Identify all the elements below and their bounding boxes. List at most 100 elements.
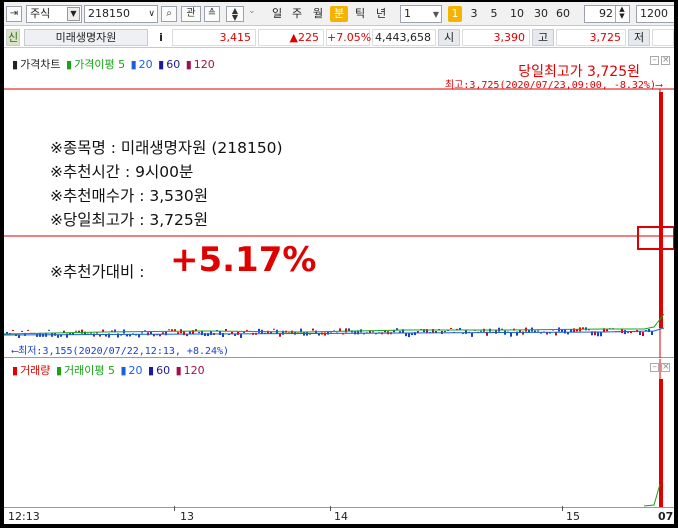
candle [279, 333, 281, 337]
candle [627, 332, 629, 334]
candle [642, 332, 644, 337]
candle [81, 329, 83, 334]
time-tick: 15 [566, 510, 580, 523]
candle [597, 332, 599, 337]
candle [345, 328, 347, 333]
time-tick: 12:13 [8, 510, 40, 523]
candle [567, 332, 569, 335]
candle [102, 329, 104, 332]
candle [168, 329, 170, 331]
candle [111, 330, 113, 332]
stock-name: 미래생명자원 [24, 29, 148, 46]
time-tick: 14 [334, 510, 348, 523]
price-chart-pane[interactable]: ▮ 가격차트 ▮ 가격이평 5 ▮ 20 ▮ 60 ▮ 120 – × 당일최고가 3,72… [4, 52, 674, 358]
candle [36, 333, 38, 337]
volume-chart-canvas [643, 359, 663, 507]
new-badge: 신 [6, 29, 20, 46]
refresh-icon[interactable]: ≙ [204, 6, 220, 22]
interval-30[interactable]: 30 [532, 6, 550, 22]
stock-code-input[interactable]: 218150 ∨ [84, 5, 158, 23]
up-down-spinner-icon[interactable]: ▲ ▼ [226, 6, 244, 22]
chart-window: ⇥ 주식 ▼ 218150 ∨ ⌕ 관 ≙ ▲ ▼ ⌄ 일 주 월 분 틱 년 1… [4, 2, 674, 524]
candle [75, 330, 77, 332]
candle [141, 332, 143, 334]
low-price [652, 29, 674, 46]
candle [510, 332, 512, 337]
search-icon[interactable]: ⌕ [161, 6, 177, 22]
candle [93, 333, 95, 337]
candle [138, 334, 140, 338]
info-line-buy-price: ※추천매수가 : 3,530원 [50, 187, 208, 205]
chart-toolbar: ⇥ 주식 ▼ 218150 ∨ ⌕ 관 ≙ ▲ ▼ ⌄ 일 주 월 분 틱 년 1… [4, 2, 674, 26]
candle [48, 329, 50, 331]
candle [27, 329, 29, 331]
candle [243, 331, 245, 333]
zoom-value: 92 [599, 7, 613, 20]
count-input[interactable]: 1200 [636, 5, 674, 23]
candle [405, 333, 407, 337]
candle [546, 332, 548, 335]
chevron-down-icon[interactable]: ⌄ [248, 6, 256, 22]
volume-chart-pane[interactable]: ▮ 거래량 ▮ 거래이평 5 ▮ 20 ▮ 60 ▮ 120 – × [4, 359, 674, 507]
candle [240, 333, 242, 338]
candle [273, 328, 275, 330]
interval-60[interactable]: 60 [554, 6, 572, 22]
time-axis: 12:13 13 14 15 07 [4, 506, 674, 524]
candle [651, 331, 653, 336]
period-minute[interactable]: 분 [330, 6, 348, 22]
period-week[interactable]: 주 [288, 6, 306, 22]
gwan-button[interactable]: 관 [181, 6, 201, 22]
interval-3[interactable]: 3 [468, 6, 480, 22]
candle [408, 333, 410, 338]
low-label: 저 [628, 29, 650, 46]
market-type-select[interactable]: 주식 ▼ [26, 5, 82, 23]
info-line-time: ※추천시간 : 9시00분 [50, 163, 194, 181]
count-value: 1200 [640, 7, 668, 20]
candle [537, 330, 539, 332]
period-tick[interactable]: 틱 [351, 6, 369, 22]
period-month[interactable]: 월 [309, 6, 327, 22]
info-line-compare-label: ※추천가대비 : [50, 263, 145, 281]
current-price: 3,415 [172, 29, 256, 46]
candle [600, 332, 602, 337]
chevron-down-icon[interactable]: ∨ [148, 6, 155, 22]
price-change: ▲225 [258, 29, 324, 46]
chevron-down-icon[interactable]: ▼ [67, 7, 80, 21]
candle [258, 328, 260, 333]
candle [450, 327, 452, 329]
candle [12, 329, 14, 331]
open-price: 3,390 [462, 29, 530, 46]
candle [444, 330, 446, 332]
candle [246, 329, 248, 331]
interval-1[interactable]: 1 [448, 6, 462, 22]
high-price: 3,725 [556, 29, 626, 46]
quote-bar: 신 미래생명자원 i 3,415 ▲225 +7.05% 4,443,658 시… [4, 27, 674, 48]
candle [471, 332, 473, 337]
interval-5[interactable]: 5 [488, 6, 500, 22]
candle [21, 330, 23, 332]
time-tick: 07 [658, 510, 674, 523]
volume-value: 4,443,658 [372, 29, 436, 46]
candle [555, 332, 557, 336]
info-icon[interactable]: i [154, 30, 168, 45]
candle [198, 332, 200, 334]
interval-value: 1 [404, 7, 411, 20]
up-down-spinner-icon[interactable]: ▲ ▼ [615, 6, 628, 22]
time-tick: 13 [180, 510, 194, 523]
low-note: ⟵최저:3,155(2020/07/22,12:13, +8.24%) [12, 346, 230, 357]
interval-10[interactable]: 10 [508, 6, 526, 22]
interval-select[interactable]: 1 ▼ [400, 5, 442, 23]
zoom-stepper[interactable]: 92 ▲ ▼ [584, 5, 630, 23]
period-year[interactable]: 년 [372, 6, 390, 22]
candle [480, 330, 482, 332]
period-day[interactable]: 일 [268, 6, 286, 22]
chevron-down-icon[interactable]: ▼ [433, 7, 439, 23]
candle [606, 329, 608, 332]
vol-ma5-line [643, 483, 661, 507]
price-change-pct: +7.05% [326, 29, 372, 46]
info-line-compare-value: +5.17% [170, 240, 317, 280]
last-volume-bar [659, 379, 663, 507]
crosshair-marker [637, 226, 674, 250]
arrow-icon[interactable]: ⇥ [6, 6, 22, 22]
open-label: 시 [438, 29, 460, 46]
